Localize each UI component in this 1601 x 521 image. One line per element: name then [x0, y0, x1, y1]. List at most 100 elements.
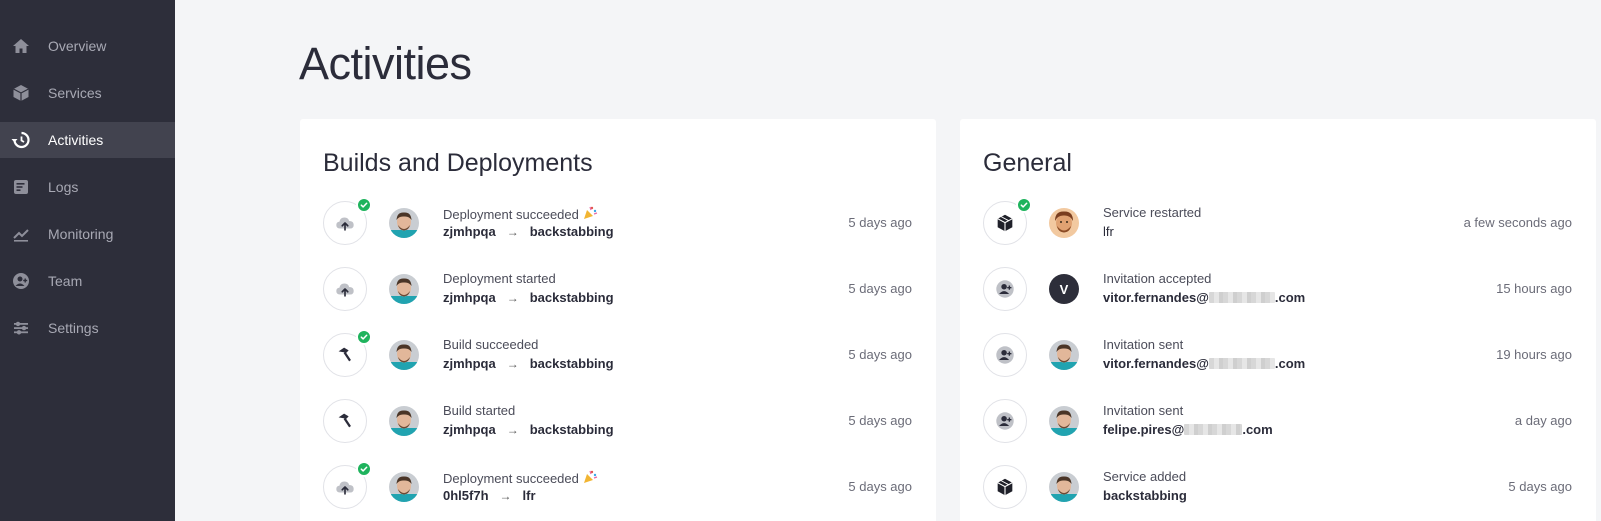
general-card-title: General	[983, 149, 1072, 177]
timestamp: 19 hours ago	[1496, 347, 1572, 362]
timestamp: 5 days ago	[848, 479, 912, 494]
email-suffix: .com	[1242, 422, 1273, 437]
commit-hash: zjmhpqa	[443, 422, 496, 437]
builds-card-title: Builds and Deployments	[323, 149, 593, 177]
home-icon	[11, 36, 31, 56]
avatar	[1049, 340, 1079, 370]
event-title: Build succeeded	[443, 337, 539, 352]
commit-hash: 0hl5f7h	[443, 488, 489, 503]
list-item[interactable]: Invitation sent felipe.pires@ .com a day …	[960, 395, 1596, 455]
sidebar-item-label: Settings	[48, 320, 99, 336]
timestamp: a day ago	[1514, 413, 1572, 428]
list-item[interactable]: Build started zjmhpqa → backstabbing 5 day…	[300, 395, 936, 455]
check-icon	[356, 197, 372, 213]
user-add-icon	[983, 267, 1027, 311]
email-prefix: felipe.pires@	[1103, 422, 1185, 437]
event-detail: backstabbing	[1103, 488, 1187, 503]
arrow-icon: →	[506, 291, 519, 305]
email-suffix: .com	[1274, 356, 1306, 371]
sidebar-item-team[interactable]: Team	[0, 263, 175, 299]
sidebar-item-label: Activities	[48, 132, 104, 148]
sidebar-item-services[interactable]: Services	[0, 75, 175, 111]
event-detail: vitor.fernandes@ .com	[1103, 356, 1305, 371]
sidebar-item-settings[interactable]: Settings	[0, 310, 175, 346]
check-icon	[356, 461, 372, 477]
avatar	[1049, 472, 1079, 502]
sidebar-item-label: Team	[48, 273, 83, 289]
user-add-icon	[983, 333, 1027, 377]
sidebar-item-activities[interactable]: Activities	[0, 122, 175, 158]
timestamp: 15 hours ago	[1496, 281, 1572, 296]
event-detail: lfr	[1103, 224, 1114, 239]
event-detail: felipe.pires@ .com	[1103, 422, 1273, 437]
sidebar-item-label: Logs	[48, 179, 79, 195]
avatar	[1049, 208, 1079, 238]
target-service: backstabbing	[529, 422, 614, 437]
timestamp: 5 days ago	[848, 347, 912, 362]
sidebar-item-logs[interactable]: Logs	[0, 169, 175, 205]
list-item[interactable]: Service restarted lfr a few seconds ago	[960, 197, 1596, 257]
event-title: Invitation sent	[1103, 403, 1184, 418]
event-title: Service added	[1103, 469, 1187, 484]
timestamp: 5 days ago	[1508, 479, 1572, 494]
event-title: Service restarted	[1103, 205, 1202, 220]
builds-card: Builds and Deployments Deployment succee…	[300, 119, 936, 521]
event-title: Deployment succeeded	[443, 207, 579, 222]
avatar	[1049, 406, 1079, 436]
cube-icon	[983, 197, 1032, 245]
arrow-icon: →	[506, 423, 519, 437]
user-add-icon	[983, 399, 1027, 443]
cube-icon	[983, 465, 1027, 509]
event-title: Deployment succeeded	[443, 471, 579, 486]
redacted-domain	[1184, 424, 1243, 435]
sidebar-item-monitoring[interactable]: Monitoring	[0, 216, 175, 252]
avatar	[389, 274, 419, 304]
timestamp: 5 days ago	[848, 281, 912, 296]
list-item[interactable]: Build succeeded zjmhpqa → backstabbing 5 d…	[300, 329, 936, 389]
sidebar-item-overview[interactable]: Overview	[0, 28, 175, 64]
avatar	[389, 340, 419, 370]
check-icon	[356, 329, 372, 345]
hammer-icon	[323, 329, 372, 377]
sidebar-item-label: Overview	[48, 38, 107, 54]
cloud-upload-icon	[323, 197, 372, 245]
commit-hash: zjmhpqa	[443, 224, 496, 239]
avatar	[389, 472, 419, 502]
email-prefix: vitor.fernandes@	[1103, 290, 1209, 305]
event-title: Build started	[443, 403, 516, 418]
team-icon	[11, 271, 31, 291]
commit-hash: zjmhpqa	[443, 356, 496, 371]
settings-icon	[11, 318, 31, 338]
arrow-icon: →	[499, 489, 512, 503]
event-title: Invitation sent	[1103, 337, 1184, 352]
list-item[interactable]: Deployment succeeded 0hl5f7h → lfr 5 days …	[300, 461, 936, 521]
avatar	[389, 208, 419, 238]
party-icon	[582, 469, 598, 485]
check-icon	[1016, 197, 1032, 213]
hammer-icon	[323, 399, 367, 443]
redacted-domain	[1208, 292, 1275, 303]
list-item[interactable]: Deployment succeeded zjmhpqa → backstabbin…	[300, 197, 936, 257]
event-detail: zjmhpqa → backstabbing	[443, 290, 614, 305]
cloud-upload-icon	[323, 267, 367, 311]
timestamp: 5 days ago	[848, 413, 912, 428]
email-prefix: vitor.fernandes@	[1103, 356, 1209, 371]
timestamp: a few seconds ago	[1463, 215, 1572, 230]
event-detail: zjmhpqa → backstabbing	[443, 422, 614, 437]
arrow-icon: →	[506, 225, 519, 239]
chart-icon	[11, 224, 31, 244]
list-item[interactable]: V Invitation accepted vitor.fernandes@ .c…	[960, 263, 1596, 323]
sidebar: Overview Services Activities Logs Monito…	[0, 0, 175, 521]
redacted-domain	[1208, 358, 1275, 369]
commit-hash: zjmhpqa	[443, 290, 496, 305]
event-title: Deployment started	[443, 271, 556, 286]
target-service: backstabbing	[529, 224, 614, 239]
cube-icon	[11, 83, 31, 103]
sidebar-item-label: Monitoring	[48, 226, 114, 242]
list-item[interactable]: Service added backstabbing 5 days ago	[960, 461, 1596, 521]
target-service: lfr	[522, 488, 536, 503]
list-item[interactable]: Invitation sent vitor.fernandes@ .com 19 …	[960, 329, 1596, 389]
email-suffix: .com	[1274, 290, 1306, 305]
list-item[interactable]: Deployment started zjmhpqa → backstabbing …	[300, 263, 936, 323]
page-title: Activities	[299, 38, 472, 89]
